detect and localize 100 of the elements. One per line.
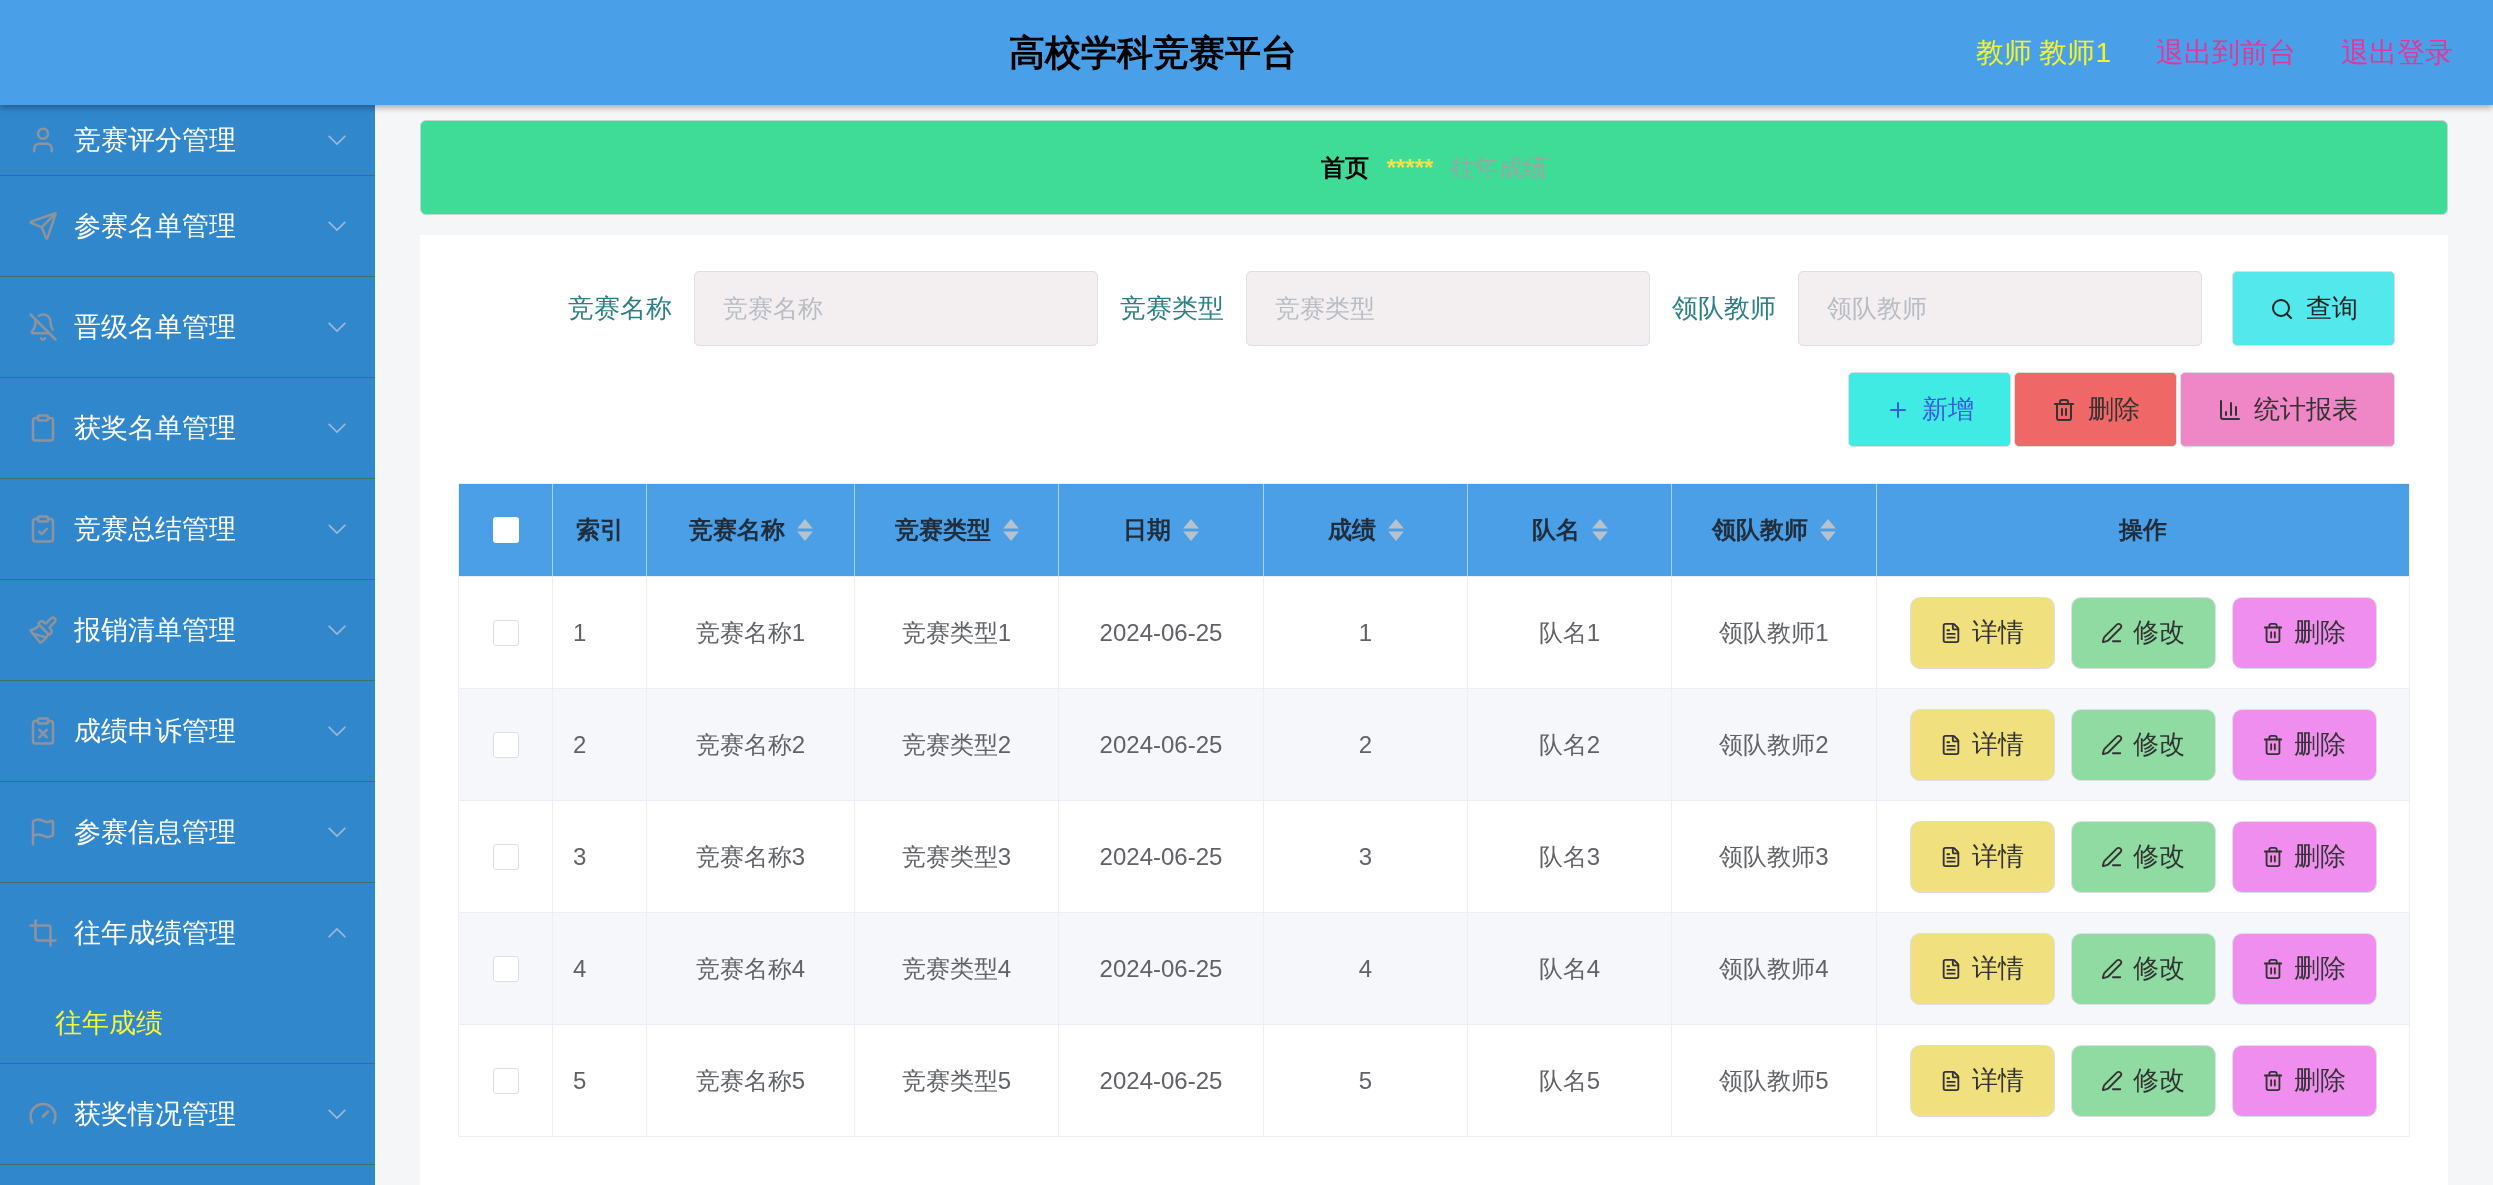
crop-icon [28,918,58,948]
search-button[interactable]: 查询 [2232,271,2395,346]
table-cell-text: 队名3 [1538,841,1601,872]
delete-button[interactable]: 删除 [2231,596,2377,669]
table-cell-text: 领队教师4 [1719,953,1829,984]
sidebar-menu-item[interactable]: 晋级名单管理 [0,277,375,377]
checkbox[interactable] [492,517,519,543]
detail-button[interactable]: 详情 [1909,708,2055,781]
checkbox[interactable] [492,731,519,758]
chevron-down-icon [327,422,347,434]
search-label: 竞赛名称 [568,292,672,325]
table-cell-text: 队名2 [1538,729,1601,760]
table-cell-text: 4 [1358,953,1373,984]
edit-button[interactable]: 修改 [2070,932,2216,1005]
table-cell-text: 1 [573,617,587,648]
chevron-down-icon [327,624,347,636]
pen-icon [2101,957,2123,980]
table-cell-text: 2024-06-25 [1099,953,1223,984]
pen-icon [2101,621,2123,644]
report-button[interactable]: 统计报表 [2180,372,2395,447]
chevron-up-icon [327,927,347,939]
sidebar-menu-item[interactable]: 报销清单管理 [0,580,375,680]
delete-button[interactable]: 删除 [2231,1044,2377,1117]
pen-icon [2101,845,2123,868]
table-cell-text: 竞赛名称5 [695,1065,806,1096]
table-cell-text: 2024-06-25 [1099,841,1223,872]
search-label: 竞赛类型 [1120,292,1224,325]
table-cell-text: 领队教师5 [1719,1065,1829,1096]
table-cell-text: 3 [1358,841,1373,872]
search-label: 领队教师 [1672,292,1776,325]
table-cell-text: 竞赛名称2 [695,729,806,760]
edit-button[interactable]: 修改 [2070,708,2216,781]
sort-icon [1002,519,1019,541]
document-icon [1940,733,1962,756]
edit-button[interactable]: 修改 [2070,1044,2216,1117]
chevron-down-icon [327,725,347,737]
trash-icon [2262,957,2284,980]
detail-button[interactable]: 详情 [1909,820,2055,893]
delete-button[interactable]: 删除 [2014,372,2177,447]
add-button[interactable]: 新增 [1848,372,2011,447]
paintbrush-icon [28,615,58,645]
edit-button[interactable]: 修改 [2070,596,2216,669]
sidebar-menu-item[interactable]: 获奖名单管理 [0,378,375,478]
table-cell-text: 2024-06-25 [1099,729,1223,760]
table-cell-text: 2 [1358,729,1373,760]
pen-icon [2101,1069,2123,1092]
checkbox[interactable] [492,955,519,982]
table-cell-text: 5 [1358,1065,1373,1096]
trash-icon [2262,621,2284,644]
checkbox[interactable] [492,1067,519,1094]
checkbox[interactable] [492,843,519,870]
sidebar-submenu-item[interactable]: 往年成绩 [0,983,375,1063]
sort-icon [1387,519,1404,541]
document-icon [1940,845,1962,868]
sort-icon [1183,519,1199,541]
detail-button[interactable]: 详情 [1909,932,2055,1005]
search-field[interactable]: 竞赛名称 [694,271,1098,346]
detail-button[interactable]: 详情 [1909,1044,2055,1117]
detail-button[interactable]: 详情 [1909,596,2055,669]
sidebar-menu-item[interactable]: 获奖情况管理 [0,1064,375,1164]
trash-icon [2051,397,2076,422]
sidebar-menu-item[interactable]: 参赛信息管理 [0,782,375,882]
sidebar-menu-item[interactable]: 参赛名单管理 [0,176,375,276]
table-cell-text: 3 [573,841,587,872]
table-cell-text: 2024-06-25 [1099,1065,1223,1096]
sort-icon [1820,519,1836,541]
delete-button[interactable]: 删除 [2231,932,2377,1005]
table-cell-text: 领队教师1 [1719,617,1829,648]
table-cell-text: 领队教师3 [1719,841,1829,872]
chevron-down-icon [327,1108,347,1120]
trash-icon [2262,845,2284,868]
edit-button[interactable]: 修改 [2070,820,2216,893]
sidebar-menu-item[interactable]: 往年成绩管理 [0,883,375,983]
column-header: 操作 [2117,515,2168,545]
chevron-down-icon [327,523,347,535]
breadcrumb-home-link[interactable]: 首页 [1320,149,1369,186]
sidebar-menu-item[interactable]: 竞赛总结管理 [0,479,375,579]
sidebar-menu-item[interactable]: 成绩申诉管理 [0,681,375,781]
document-icon [1940,621,1962,644]
bell-off-icon [28,312,58,342]
checkbox[interactable] [492,619,519,646]
document-icon [1940,957,1962,980]
search-icon [2269,296,2294,321]
site-title: 高校学科竞赛平台 [1008,30,1297,75]
chevron-down-icon [327,220,347,232]
table-cell-text: 队名1 [1538,617,1601,648]
search-field[interactable]: 领队教师 [1798,271,2202,346]
table-cell-text: 4 [573,953,587,984]
sort-icon [796,519,813,541]
search-field[interactable]: 竞赛类型 [1246,271,1650,346]
document-icon [1940,1069,1962,1092]
trash-icon [2262,1069,2284,1092]
sidebar-menu-item[interactable]: 竞赛评分管理 [0,105,375,175]
table-cell-text: 竞赛类型2 [901,729,1012,760]
table-cell-text: 队名5 [1538,1065,1601,1096]
table-cell-text: 1 [1358,617,1373,648]
table-cell-text: 竞赛名称4 [695,953,806,984]
delete-button[interactable]: 删除 [2231,820,2377,893]
delete-button[interactable]: 删除 [2231,708,2377,781]
table-cell-text: 2024-06-25 [1099,617,1223,648]
